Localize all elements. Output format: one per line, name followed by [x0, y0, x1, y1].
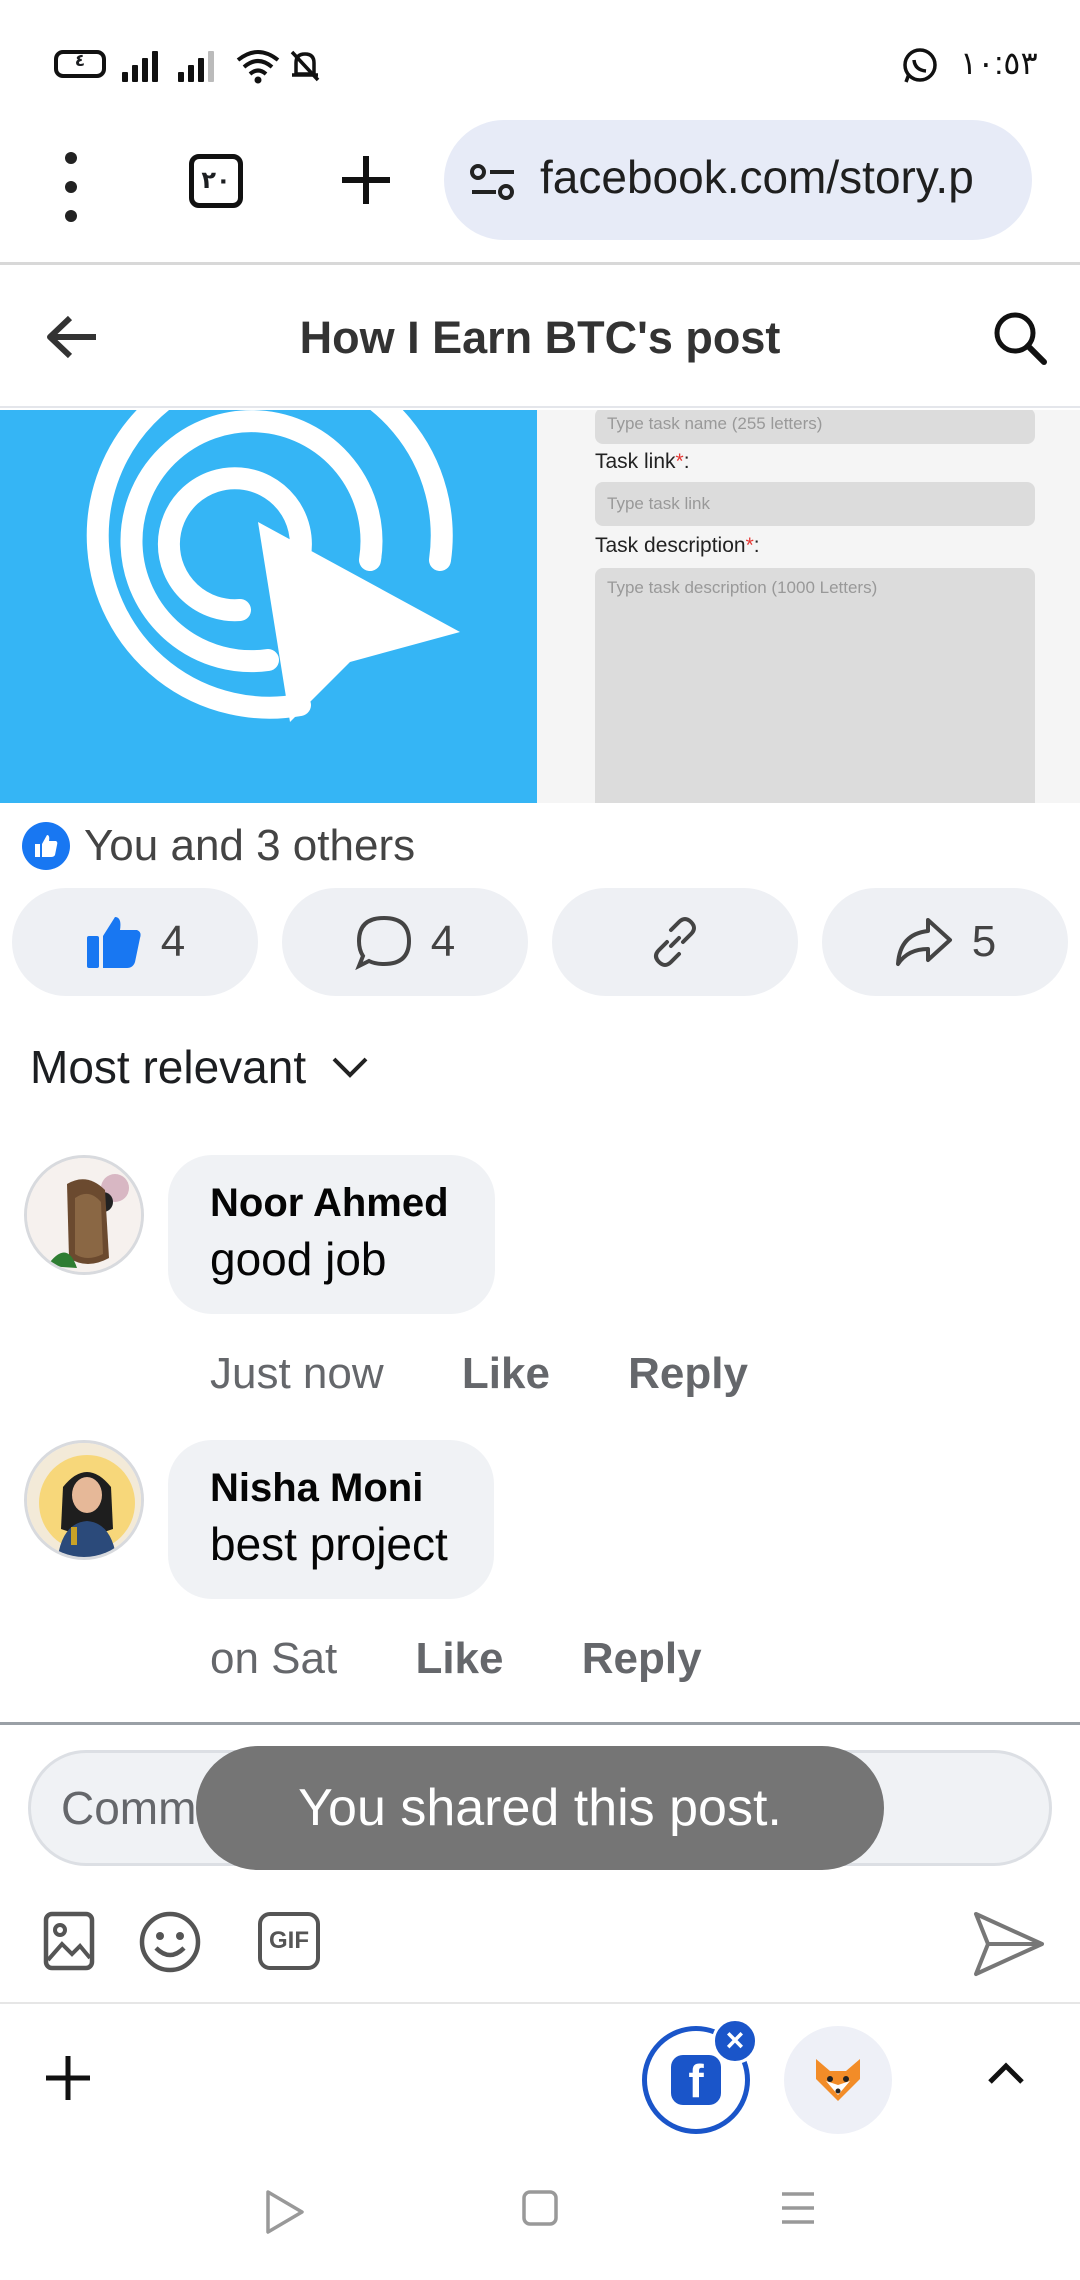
- battery-level: ٤: [74, 51, 86, 70]
- chevron-down-icon: [332, 1057, 368, 1078]
- avatar[interactable]: [24, 1440, 144, 1560]
- share-icon: [895, 918, 952, 966]
- like-button[interactable]: 4: [12, 888, 258, 996]
- commenter-name[interactable]: Noor Ahmed: [210, 1181, 449, 1226]
- comment-meta: Just now Like Reply: [210, 1349, 814, 1399]
- comment-bubble[interactable]: Nisha Moni best project: [168, 1440, 494, 1599]
- post-actions: 4 4 5: [12, 888, 1068, 996]
- share-count: 5: [971, 917, 997, 966]
- browser-toolbar: ٢٠ facebook.com/story.p: [0, 110, 1080, 265]
- plus-icon[interactable]: [44, 2054, 92, 2102]
- site-settings-icon[interactable]: [468, 162, 518, 202]
- task-name-field: Type task name (255 letters): [595, 410, 1035, 444]
- comment-like-button[interactable]: Like: [415, 1634, 503, 1684]
- recents-menu-icon[interactable]: [778, 2188, 818, 2228]
- whatsapp-icon: [903, 48, 937, 83]
- signal-icon: [122, 48, 158, 82]
- more-vert-icon[interactable]: [60, 152, 82, 222]
- battery-icon: ٤: [54, 50, 106, 78]
- address-bar[interactable]: facebook.com/story.p: [444, 120, 1032, 240]
- wifi-icon: [236, 50, 280, 84]
- status-bar: ٤ ١٠:٥٣: [0, 0, 1080, 110]
- toast-message: You shared this post.: [196, 1746, 884, 1870]
- like-badge-icon: [22, 822, 70, 870]
- share-button[interactable]: 5: [822, 888, 1068, 996]
- link-icon: [654, 917, 696, 967]
- task-description-field: Type task description (1000 Letters): [595, 568, 1035, 803]
- comment-button[interactable]: 4: [282, 888, 528, 996]
- back-triangle-icon[interactable]: [262, 2188, 306, 2236]
- url-text[interactable]: facebook.com/story.p: [540, 150, 974, 204]
- like-count: 4: [160, 917, 186, 966]
- reactions-text: You and 3 others: [84, 821, 416, 870]
- reactions-summary[interactable]: You and 3 others: [22, 818, 415, 874]
- comment-reply-button[interactable]: Reply: [628, 1349, 748, 1399]
- facebook-icon: f: [671, 2055, 721, 2107]
- search-icon[interactable]: [990, 308, 1050, 368]
- browser-bottom-bar: f ×: [0, 2002, 1080, 2152]
- comment-time[interactable]: Just now: [210, 1349, 384, 1399]
- fox-tab-bubble[interactable]: [784, 2026, 892, 2134]
- comment-reply-button[interactable]: Reply: [582, 1634, 702, 1684]
- system-nav-bar: [0, 2152, 1080, 2280]
- comment-count: 4: [430, 917, 456, 966]
- task-link-field: Type task link: [595, 482, 1035, 526]
- emoji-icon[interactable]: [138, 1910, 202, 1974]
- chevron-up-icon[interactable]: [984, 2058, 1028, 2088]
- home-square-icon[interactable]: [520, 2188, 560, 2228]
- comment-text: best project: [210, 1518, 448, 1570]
- comment-bubble[interactable]: Noor Ahmed good job: [168, 1155, 495, 1314]
- copy-link-button[interactable]: [552, 888, 798, 996]
- comment-icon: [354, 915, 411, 970]
- send-icon[interactable]: [972, 1910, 1046, 1978]
- post-images[interactable]: Type task name (255 letters) Task link*:…: [0, 410, 1080, 803]
- task-form-image[interactable]: Type task name (255 letters) Task link*:…: [537, 410, 1080, 803]
- avatar[interactable]: [24, 1155, 144, 1275]
- commenter-name[interactable]: Nisha Moni: [210, 1466, 448, 1511]
- close-icon[interactable]: ×: [712, 2018, 758, 2064]
- signal-icon: [178, 48, 214, 82]
- gif-button[interactable]: GIF: [258, 1912, 320, 1970]
- comment-meta: on Sat Like Reply: [210, 1634, 768, 1684]
- clock: ١٠:٥٣: [960, 45, 1038, 81]
- comment-sort-dropdown[interactable]: Most relevant: [30, 1040, 370, 1094]
- composer-tools: GIF: [0, 1910, 1080, 1984]
- plus-icon[interactable]: [336, 150, 396, 210]
- divider: [0, 1722, 1080, 1725]
- photo-icon[interactable]: [42, 1910, 96, 1972]
- comment-text: good job: [210, 1233, 387, 1285]
- comment-like-button[interactable]: Like: [462, 1349, 550, 1399]
- task-link-label: Task link*:: [595, 450, 690, 473]
- comment-time[interactable]: on Sat: [210, 1634, 337, 1684]
- comment-item: Noor Ahmed good job Just now Like Reply: [0, 1155, 1080, 1415]
- thumbs-up-icon: [86, 917, 141, 968]
- telegram-logo-image[interactable]: [0, 410, 537, 803]
- page-title: How I Earn BTC's post: [299, 312, 781, 363]
- bell-off-icon: [290, 50, 320, 82]
- task-description-label: Task description*:: [595, 534, 760, 557]
- fox-icon: [816, 2059, 860, 2101]
- comment-item: Nisha Moni best project on Sat Like Repl…: [0, 1440, 1080, 1700]
- tabs-button[interactable]: ٢٠: [189, 154, 243, 208]
- sort-label: Most relevant: [30, 1041, 307, 1093]
- post-header: How I Earn BTC's post: [0, 268, 1080, 408]
